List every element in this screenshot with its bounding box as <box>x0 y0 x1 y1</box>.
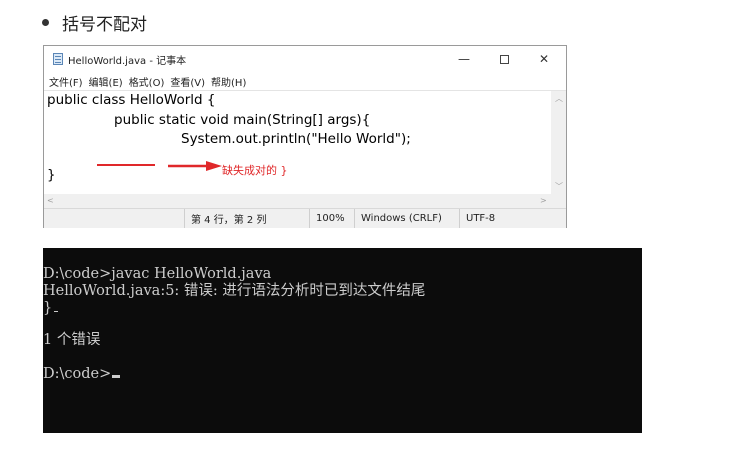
scroll-left-icon[interactable]: < <box>47 197 54 205</box>
console-line-3: } <box>43 300 59 317</box>
console-cursor <box>112 375 121 378</box>
window-title: HelloWorld.java - 记事本 <box>68 56 187 67</box>
text-editor-area[interactable]: public class HelloWorld { public static … <box>44 90 551 195</box>
menu-help[interactable]: 帮助(H) <box>211 74 246 89</box>
title-bar[interactable]: HelloWorld.java - 记事本 — ✕ <box>44 46 566 72</box>
menu-file[interactable]: 文件(F) <box>49 74 83 89</box>
menu-view[interactable]: 查看(V) <box>170 74 205 89</box>
notepad-icon <box>53 53 63 65</box>
notepad-window: HelloWorld.java - 记事本 — ✕ 文件(F) 编辑(E) 格式… <box>43 45 567 228</box>
status-bar: 第 4 行，第 2 列 100% Windows (CRLF) UTF-8 <box>44 208 566 228</box>
line-ending: Windows (CRLF) <box>354 209 466 228</box>
scroll-up-icon[interactable]: ︿ <box>555 95 563 103</box>
console-underscore-mark <box>54 311 59 312</box>
maximize-button[interactable] <box>484 46 524 72</box>
encoding: UTF-8 <box>459 209 561 228</box>
code-line-1: public class HelloWorld { <box>47 92 216 108</box>
annotation-text: 缺失成对的 } <box>222 164 288 177</box>
console-prompt-line: D:\code> <box>43 366 121 383</box>
console-window[interactable]: D:\code>javac HelloWorld.java HelloWorld… <box>43 248 642 433</box>
vertical-scrollbar[interactable]: ︿ ﹀ <box>551 90 566 195</box>
maximize-icon <box>499 54 509 64</box>
code-line-4: } <box>47 167 56 183</box>
bullet-icon <box>42 18 49 26</box>
horizontal-scrollbar[interactable]: < > <box>44 194 551 208</box>
annotation-arrow-icon <box>168 161 222 171</box>
scroll-corner <box>551 194 566 208</box>
code-line-2: public static void main(String[] args){ <box>114 112 371 128</box>
menu-edit[interactable]: 编辑(E) <box>89 74 123 89</box>
menu-bar: 文件(F) 编辑(E) 格式(O) 查看(V) 帮助(H) <box>44 72 566 90</box>
console-prompt: D:\code> <box>43 366 112 382</box>
cursor-position: 第 4 行，第 2 列 <box>184 209 316 228</box>
console-line-2: HelloWorld.java:5: 错误: 进行语法分析时已到达文件结尾 <box>43 283 426 299</box>
console-line-4: 1 个错误 <box>43 332 101 348</box>
annotation-line <box>97 164 155 166</box>
console-line-3-text: } <box>43 300 53 316</box>
code-line-3: System.out.println("Hello World"); <box>181 131 411 147</box>
section-heading: 括号不配对 <box>42 10 147 35</box>
scroll-down-icon[interactable]: ﹀ <box>555 183 563 191</box>
console-line-1: D:\code>javac HelloWorld.java <box>43 266 272 282</box>
menu-format[interactable]: 格式(O) <box>129 74 165 89</box>
scroll-right-icon[interactable]: > <box>540 197 547 205</box>
minimize-button[interactable]: — <box>444 46 484 72</box>
close-button[interactable]: ✕ <box>524 46 564 72</box>
heading-text: 括号不配对 <box>62 14 147 35</box>
